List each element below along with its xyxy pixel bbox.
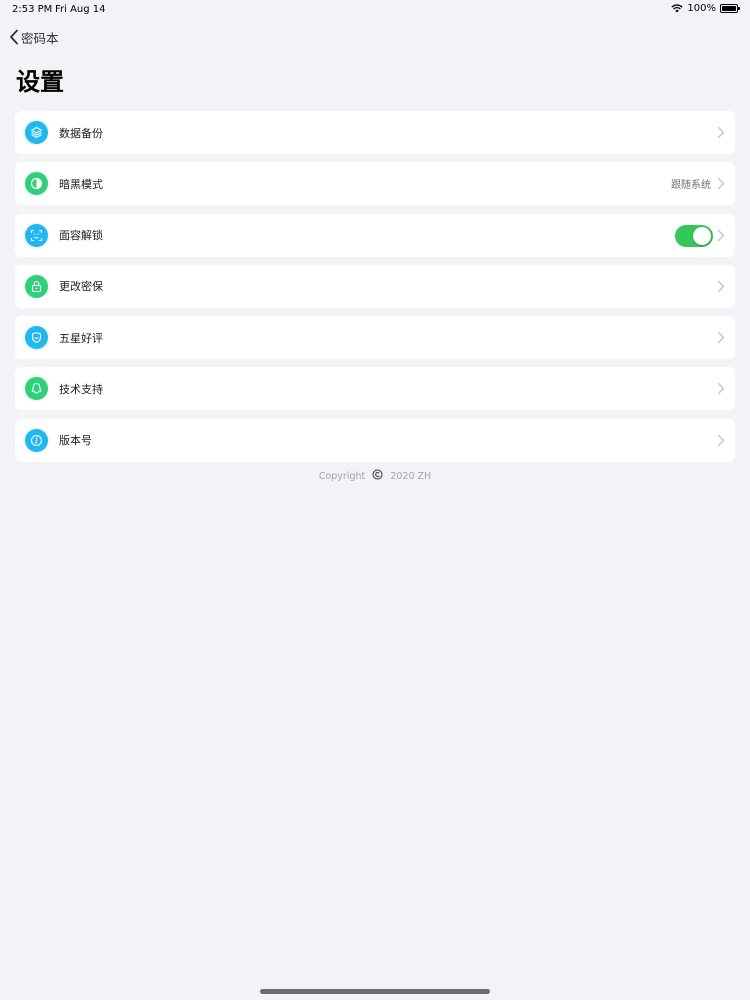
contrast-icon [25,172,48,196]
settings-item-version[interactable]: 版本号 [15,418,735,462]
settings-item-face-unlock[interactable]: 面容解锁 [15,213,735,257]
lock-icon [25,274,48,298]
settings-item-label: 五星好评 [59,331,103,345]
face-unlock-toggle[interactable] [675,224,713,247]
copyright-text: Copyright 2020 ZH [0,469,750,482]
settings-item-label: 版本号 [59,434,92,448]
battery-icon [720,4,740,13]
dark-mode-value: 跟随系统 [671,180,711,192]
face-id-icon [25,223,48,247]
status-date: Fri Aug 14 [55,4,106,15]
chevron-left-icon [10,29,18,45]
chevron-right-icon [717,280,725,293]
status-time: 2:53 PM [12,4,53,15]
settings-list: 数据备份 暗黑模式 跟随系统 面容解锁 更改密保 五星好评 技术支持 版本号 [15,111,735,470]
settings-item-label: 更改密保 [59,280,103,294]
chevron-right-icon [717,331,725,344]
copyright-suffix: 2020 ZH [390,471,432,482]
copyright-prefix: Copyright [318,471,366,482]
battery-fill [722,6,736,11]
back-button[interactable]: 密码本 [9,27,59,47]
chevron-right-icon [717,229,725,241]
chevron-right-icon [717,178,725,190]
settings-item-tech-support[interactable]: 技术支持 [15,367,735,411]
page-title: 设置 [16,68,64,96]
chevron-right-icon [717,126,725,139]
chevron-right-icon [717,383,725,395]
home-indicator [260,989,490,994]
qq-icon [25,377,48,401]
settings-item-label: 暗黑模式 [59,177,103,191]
wifi-icon [671,4,684,13]
info-icon [25,428,48,452]
settings-item-change-security[interactable]: 更改密保 [15,264,735,308]
back-label: 密码本 [21,30,59,46]
status-indicators: 100% [671,3,740,14]
settings-item-label: 数据备份 [59,126,103,140]
settings-item-dark-mode[interactable]: 暗黑模式 跟随系统 [15,162,735,206]
settings-item-label: 技术支持 [59,382,103,396]
layers-icon [25,121,48,144]
copyright-icon [372,469,383,480]
settings-item-five-star-review[interactable]: 五星好评 [15,316,735,360]
toggle-knob [693,226,711,245]
battery-percent: 100% [687,3,716,14]
settings-item-label: 面容解锁 [59,229,103,243]
settings-item-data-backup[interactable]: 数据备份 [15,111,735,154]
chevron-right-icon [717,434,725,446]
status-bar: 2:53 PM Fri Aug 14 100% [0,0,750,20]
badge-icon [25,326,48,350]
